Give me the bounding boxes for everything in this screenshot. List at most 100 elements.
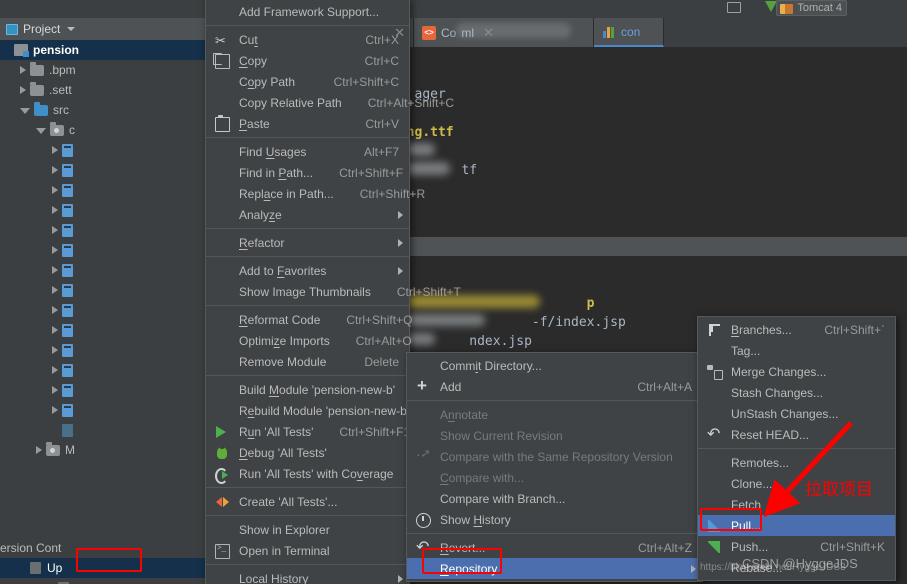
tree-node[interactable] (0, 240, 205, 260)
close-icon[interactable]: ✕ (483, 26, 494, 39)
menu-item-add-to-favorites[interactable]: Add to Favorites (206, 260, 409, 281)
chevron-right-icon[interactable] (52, 386, 58, 394)
menu-item-tag[interactable]: Tag... (698, 340, 895, 361)
window-icon[interactable] (727, 2, 741, 13)
menu-item-label: Cut (239, 32, 258, 47)
menu-item-find-usages[interactable]: Find Usages Alt+F7 (206, 141, 409, 162)
tree-node[interactable] (0, 180, 205, 200)
chevron-right-icon[interactable] (52, 406, 58, 414)
menu-item-find-in-path[interactable]: Find in Path... Ctrl+Shift+F (206, 162, 409, 183)
menu-item-commit-directory[interactable]: Commit Directory... (407, 355, 702, 376)
menu-item-compare-with[interactable]: Compare with... (407, 467, 702, 488)
menu-separator (206, 515, 409, 516)
menu-item-stash-changes[interactable]: Stash Changes... (698, 382, 895, 403)
project-tree[interactable]: pension .bpm .sett src c M (0, 40, 205, 520)
menu-item-run-all-tests-with-coverage[interactable]: Run 'All Tests' with Coverage (206, 463, 409, 484)
chevron-right-icon[interactable] (52, 186, 58, 194)
chevron-right-icon[interactable] (52, 206, 58, 214)
menu-item-cut[interactable]: Cut Ctrl+X (206, 29, 409, 50)
tomcat-run-config[interactable]: Tomcat 4 (776, 0, 847, 16)
menu-item-paste[interactable]: Paste Ctrl+V (206, 113, 409, 134)
tree-node[interactable] (0, 260, 205, 280)
menu-item-annotate[interactable]: Annotate (407, 404, 702, 425)
menu-item-label: Copy Relative Path (239, 95, 342, 110)
menu-item-rebuild-module-pension-new-b[interactable]: Rebuild Module 'pension-new-b'Ctrl+Shift… (206, 400, 506, 421)
menu-item-analyze[interactable]: Analyze (206, 204, 409, 225)
close-icon[interactable]: ✕ (394, 26, 405, 39)
menu-item-debug-all-tests[interactable]: Debug 'All Tests' (206, 442, 409, 463)
menu-item-reformat-code[interactable]: Reformat Code Ctrl+Shift+Q (206, 309, 412, 330)
menu-item-refactor[interactable]: Refactor (206, 232, 409, 253)
tree-node[interactable]: pension (0, 40, 205, 60)
git-submenu[interactable]: Commit Directory... Add Ctrl+Alt+A Annotate… (406, 352, 703, 582)
tree-node[interactable] (0, 140, 205, 160)
chevron-down-icon[interactable] (67, 27, 76, 31)
chevron-down-icon[interactable] (20, 108, 30, 114)
chevron-right-icon[interactable] (52, 226, 58, 234)
menu-item-copy-path[interactable]: Copy Path Ctrl+Shift+C (206, 71, 409, 92)
menu-item-show-history[interactable]: Show History (407, 509, 702, 530)
tree-node[interactable]: c (0, 120, 205, 140)
tab-config-file[interactable]: con (594, 18, 664, 47)
menu-item-remove-module[interactable]: Remove Module Delete (206, 351, 409, 372)
tree-node[interactable] (0, 300, 205, 320)
menu-item-shortcut: Ctrl+Shift+T (396, 284, 461, 299)
module-context-menu[interactable]: Add Framework Support... Cut Ctrl+X Copy Ctr… (205, 0, 506, 584)
tab-xml-file[interactable]: Co ml ✕ (414, 18, 594, 47)
chevron-right-icon[interactable] (52, 146, 58, 154)
tree-node[interactable] (0, 320, 205, 340)
menu-item-push[interactable]: Push... Ctrl+Shift+K (698, 536, 895, 557)
menu-item-local-history[interactable]: Local History (206, 568, 409, 584)
menu-item-revert[interactable]: Revert... Ctrl+Alt+Z (407, 537, 702, 558)
menu-item-run-all-tests[interactable]: Run 'All Tests' Ctrl+Shift+F10 (206, 421, 417, 442)
menu-item-show-current-revision[interactable]: Show Current Revision (407, 425, 702, 446)
menu-item-show-in-explorer[interactable]: Show in Explorer (206, 519, 409, 540)
tree-node[interactable] (0, 160, 205, 180)
menu-item-create-all-tests[interactable]: Create 'All Tests'... (206, 491, 409, 512)
menu-item-label: Run 'All Tests' (239, 424, 314, 439)
project-panel-header[interactable]: Project (0, 18, 205, 40)
tree-node[interactable] (0, 200, 205, 220)
tree-node[interactable]: .bpm (0, 60, 205, 80)
download-arrow-icon[interactable] (765, 1, 777, 12)
chevron-right-icon[interactable] (52, 326, 58, 334)
tree-node[interactable]: .sett (0, 80, 205, 100)
tree-node[interactable] (0, 340, 205, 360)
chevron-down-icon[interactable] (36, 128, 46, 134)
chevron-right-icon[interactable] (52, 266, 58, 274)
tree-node[interactable] (0, 220, 205, 240)
tree-node[interactable] (0, 360, 205, 380)
tree-node[interactable] (0, 380, 205, 400)
menu-item-add[interactable]: Add Ctrl+Alt+A (407, 376, 702, 397)
menu-item-copy-relative-path[interactable]: Copy Relative Path Ctrl+Alt+Shift+C (206, 92, 454, 113)
menu-item-optimize-imports[interactable]: Optimize Imports Ctrl+Alt+O (206, 330, 412, 351)
tree-node[interactable]: M (0, 440, 205, 460)
chevron-right-icon[interactable] (52, 346, 58, 354)
chevron-right-icon[interactable] (36, 446, 42, 454)
menu-item-compare-with-the-same-repository-version[interactable]: Compare with the Same Repository Version (407, 446, 702, 467)
menu-item-repository[interactable]: Repository (407, 558, 702, 579)
chevron-right-icon[interactable] (20, 66, 26, 74)
chevron-right-icon[interactable] (52, 286, 58, 294)
menu-item-compare-with-branch[interactable]: Compare with Branch... (407, 488, 702, 509)
menu-item-build-module-pension-new-b[interactable]: Build Module 'pension-new-b' (206, 379, 409, 400)
scissors-icon (215, 33, 230, 49)
tree-node[interactable] (0, 420, 205, 440)
menu-item-show-image-thumbnails[interactable]: Show Image Thumbnails Ctrl+Shift+T (206, 281, 461, 302)
chevron-right-icon[interactable] (52, 306, 58, 314)
chevron-right-icon[interactable] (52, 166, 58, 174)
menu-item-open-in-terminal[interactable]: Open in Terminal (206, 540, 409, 561)
tree-node[interactable] (0, 280, 205, 300)
chevron-right-icon[interactable] (52, 246, 58, 254)
tree-node[interactable] (0, 400, 205, 420)
tree-node[interactable]: src (0, 100, 205, 120)
menu-item-replace-in-path[interactable]: Replace in Path... Ctrl+Shift+R (206, 183, 425, 204)
menu-item-branches[interactable]: Branches... Ctrl+Shift+` (698, 319, 895, 340)
menu-item-copy[interactable]: Copy Ctrl+C (206, 50, 409, 71)
package-icon (50, 121, 64, 136)
menu-item-add-framework-support[interactable]: Add Framework Support... (206, 1, 409, 22)
chevron-right-icon[interactable] (20, 86, 26, 94)
chevron-right-icon[interactable] (52, 366, 58, 374)
menu-item-merge-changes[interactable]: Merge Changes... (698, 361, 895, 382)
menu-item-label: Analyze (239, 207, 282, 222)
